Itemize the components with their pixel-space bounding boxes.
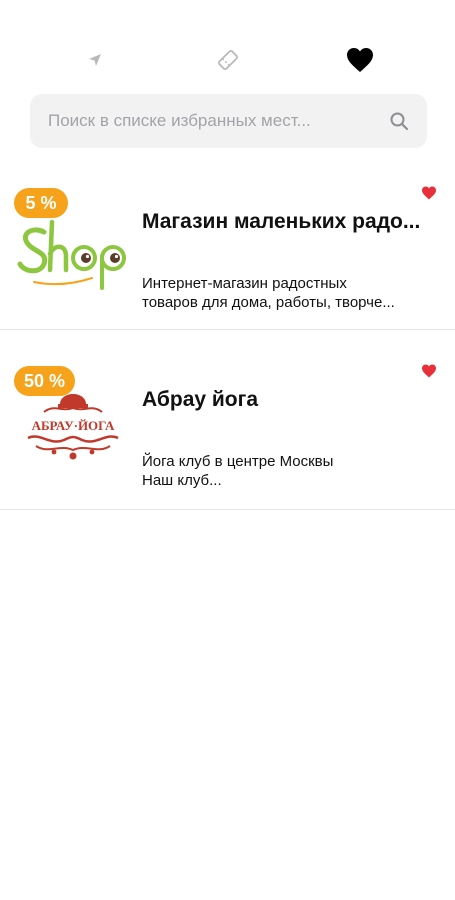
heart-icon [347,48,373,72]
favorite-heart-icon[interactable] [421,186,437,200]
discount-badge: 5 % [14,188,68,218]
description-line: товаров для дома, работы, творче... [142,294,395,311]
location-arrow-icon [89,54,101,66]
favorite-heart-icon[interactable] [421,364,437,378]
discount-badge: 50 % [14,366,76,396]
place-description: Интернет-магазин радостных товаров для д… [142,274,432,312]
shop-logo [17,219,126,290]
search-input[interactable] [48,94,368,148]
svg-text:АБРАУ·ЙОГА: АБРАУ·ЙОГА [32,418,115,433]
description-line: Наш клуб... [142,472,222,489]
favorites-list: 5 % Магазин маленьких радо... Интернет-м… [0,170,455,510]
list-item[interactable]: 5 % Магазин маленьких радо... Интернет-м… [0,170,455,330]
description-line: Интернет-магазин радостных [142,275,347,292]
place-title: Абрау йога [142,388,259,411]
search-icon[interactable] [389,111,409,131]
top-tab-bar [0,40,455,80]
tab-favorites[interactable] [340,40,380,80]
ticket-icon [218,50,238,70]
description-line: Йога клуб в центре Москвы [142,453,334,470]
abrau-yoga-logo: АБРАУ·ЙОГА [27,394,119,460]
tab-location[interactable] [75,40,115,80]
search-bar [30,94,427,148]
place-title: Магазин маленьких радо... [142,210,421,233]
tab-coupons[interactable] [208,40,248,80]
place-description: Йога клуб в центре Москвы Наш клуб... [142,452,432,490]
list-item[interactable]: АБРАУ·ЙОГА 50 % Абрау йога Йога клуб в ц… [0,348,455,510]
